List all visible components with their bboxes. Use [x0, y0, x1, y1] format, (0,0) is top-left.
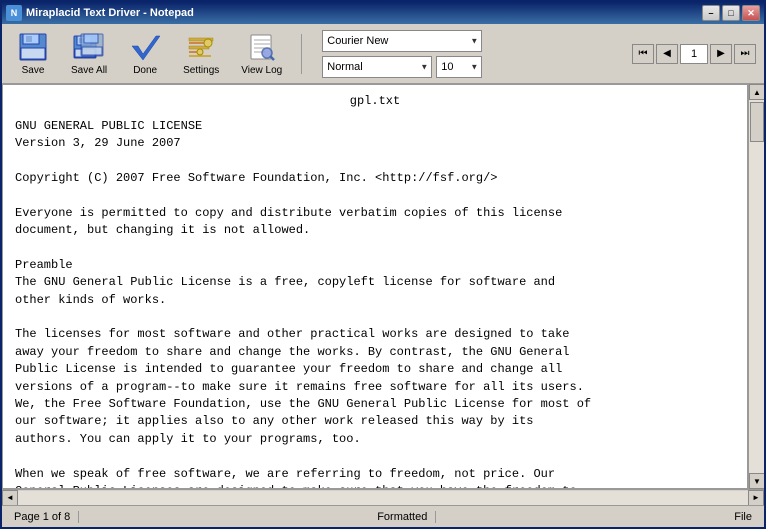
font-name-row: Courier New Arial Times New Roman Verdan…: [322, 30, 482, 52]
save-label: Save: [22, 65, 45, 76]
font-style-wrapper: Normal Bold Italic Bold Italic: [322, 56, 432, 78]
vertical-scrollbar: ▲ ▼: [748, 84, 764, 489]
maximize-button[interactable]: □: [722, 5, 740, 21]
font-size-select[interactable]: 8 9 10 11 12: [436, 56, 482, 78]
page-info: Page 1 of 8: [6, 511, 79, 523]
settings-button[interactable]: Settings: [176, 28, 226, 79]
font-controls: Courier New Arial Times New Roman Verdan…: [322, 30, 482, 78]
minimize-button[interactable]: –: [702, 5, 720, 21]
save-all-icon: [73, 31, 105, 63]
view-log-label: View Log: [241, 65, 282, 76]
document-content: GNU GENERAL PUBLIC LICENSE Version 3, 29…: [15, 118, 735, 489]
font-name-wrapper: Courier New Arial Times New Roman Verdan…: [322, 30, 482, 52]
horizontal-scrollbar: ◄ ►: [2, 489, 764, 505]
view-log-svg: [247, 32, 277, 62]
save-all-button[interactable]: Save All: [64, 28, 114, 79]
window-title: Miraplacid Text Driver - Notepad: [26, 7, 194, 19]
content-area: gpl.txt GNU GENERAL PUBLIC LICENSE Versi…: [2, 84, 764, 489]
toolbar: Save Save All: [2, 24, 764, 84]
toolbar-separator: [301, 34, 302, 74]
title-buttons: – □ ✕: [702, 5, 760, 21]
font-size-wrapper: 8 9 10 11 12: [436, 56, 482, 78]
format-status: Formatted: [369, 511, 436, 523]
settings-label: Settings: [183, 65, 219, 76]
scroll-down-button[interactable]: ▼: [749, 473, 764, 489]
close-button[interactable]: ✕: [742, 5, 760, 21]
last-page-button[interactable]: ⏭: [734, 44, 756, 64]
font-style-select[interactable]: Normal Bold Italic Bold Italic: [322, 56, 432, 78]
nav-row: ⏮ ◀ ▶ ⏭: [632, 44, 756, 64]
settings-icon: [185, 31, 217, 63]
font-style-row: Normal Bold Italic Bold Italic 8 9 10 11…: [322, 56, 482, 78]
scroll-track-v[interactable]: [749, 100, 764, 473]
document-text-area[interactable]: gpl.txt GNU GENERAL PUBLIC LICENSE Versi…: [2, 84, 748, 489]
prev-page-button[interactable]: ◀: [656, 44, 678, 64]
document-filename: gpl.txt: [15, 93, 735, 110]
save-all-svg: [73, 32, 105, 62]
app-icon: N: [6, 5, 22, 21]
scroll-track-h[interactable]: [18, 491, 748, 505]
status-bar: Page 1 of 8 Formatted File: [2, 505, 764, 527]
first-page-button[interactable]: ⏮: [632, 44, 654, 64]
save-button[interactable]: Save: [10, 28, 56, 79]
done-label: Done: [133, 65, 157, 76]
file-status: File: [726, 511, 760, 523]
title-bar: N Miraplacid Text Driver - Notepad – □ ✕: [2, 2, 764, 24]
view-log-button[interactable]: View Log: [234, 28, 289, 79]
scroll-up-button[interactable]: ▲: [749, 84, 764, 100]
done-icon: [129, 31, 161, 63]
scroll-right-button[interactable]: ►: [748, 490, 764, 506]
scroll-thumb-v[interactable]: [750, 102, 764, 142]
font-name-select[interactable]: Courier New Arial Times New Roman Verdan…: [322, 30, 482, 52]
save-svg: [18, 32, 48, 62]
done-button[interactable]: Done: [122, 28, 168, 79]
next-page-button[interactable]: ▶: [710, 44, 732, 64]
save-all-label: Save All: [71, 65, 107, 76]
settings-svg: [186, 32, 216, 62]
page-number-input[interactable]: [680, 44, 708, 64]
view-log-icon: [246, 31, 278, 63]
scroll-left-button[interactable]: ◄: [2, 490, 18, 506]
done-svg: [130, 32, 160, 62]
nav-controls: ⏮ ◀ ▶ ⏭: [632, 44, 756, 64]
save-icon: [17, 31, 49, 63]
main-window: N Miraplacid Text Driver - Notepad – □ ✕…: [0, 0, 766, 529]
